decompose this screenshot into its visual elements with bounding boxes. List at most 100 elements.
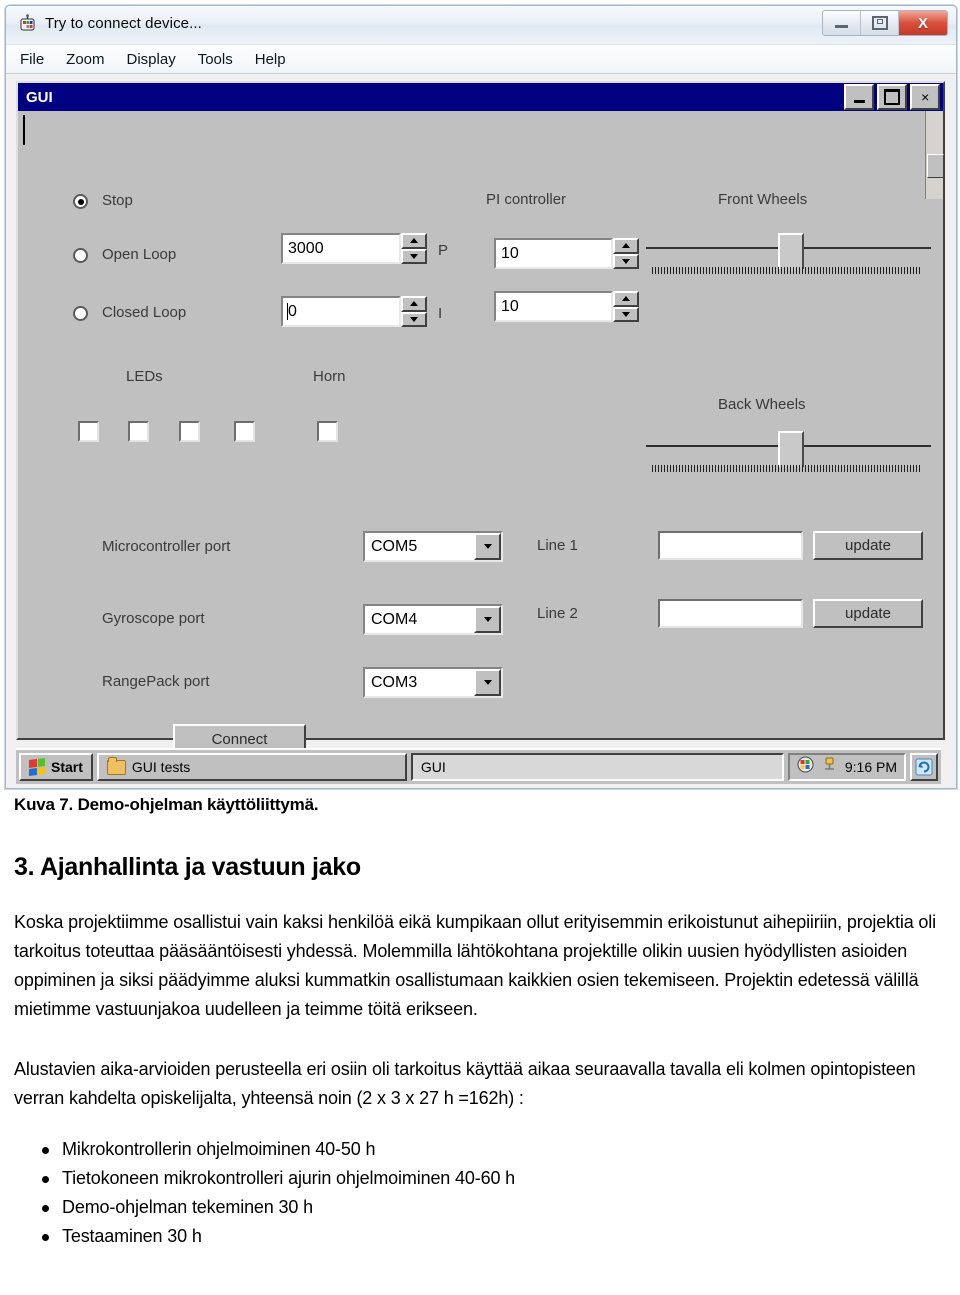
taskbar-item-gui-label: GUI	[420, 759, 446, 775]
close-button[interactable]: X	[899, 11, 947, 35]
robot-icon	[18, 14, 37, 33]
chevron-down-icon	[410, 253, 418, 259]
radio-stop-label: Stop	[102, 192, 133, 209]
refresh-icon[interactable]	[910, 753, 938, 781]
paragraph-2: Alustavien aika-arvioiden perusteella er…	[14, 1058, 916, 1108]
line2-label: Line 2	[537, 605, 578, 622]
gui-client-area: Stop Open Loop Closed Loop 3000 P 0 I PI…	[18, 111, 944, 755]
front-wheels-slider[interactable]	[646, 233, 931, 277]
i-value-spinner[interactable]: 0	[281, 296, 427, 327]
horn-checkbox[interactable]	[317, 421, 338, 442]
start-label: Start	[51, 759, 83, 775]
radio-closed-loop[interactable]	[73, 306, 88, 321]
chevron-down-icon[interactable]	[474, 533, 501, 560]
chevron-down-icon[interactable]	[474, 669, 501, 696]
start-button[interactable]: Start	[19, 753, 93, 781]
taskbar-item-gui-tests[interactable]: GUI tests	[96, 753, 407, 781]
titlebar-left-group: Try to connect device...	[18, 14, 202, 33]
menu-bar: File Zoom Display Tools Help	[6, 45, 956, 74]
list-item: Testaaminen 30 h	[14, 1222, 946, 1251]
gui-maximize-button[interactable]	[877, 84, 907, 110]
menu-file[interactable]: File	[20, 51, 44, 68]
window-titlebar: Try to connect device... X	[6, 6, 956, 45]
p-spinner-buttons[interactable]	[401, 233, 427, 264]
p-value-spinner[interactable]: 3000	[281, 233, 427, 264]
i-spinner-down-button[interactable]	[401, 311, 427, 327]
scrollbar-thumb[interactable]	[927, 154, 944, 178]
focus-caret	[23, 115, 25, 145]
led-checkbox-1[interactable]	[78, 421, 99, 442]
p-spinner-up-button[interactable]	[401, 233, 427, 249]
chevron-up-icon	[410, 301, 418, 307]
i-spinner-up-button[interactable]	[401, 296, 427, 312]
gui-window-controls: ×	[844, 84, 940, 110]
maximize-button[interactable]	[861, 11, 899, 35]
front-wheels-label: Front Wheels	[718, 191, 808, 208]
list-item: Mikrokontrollerin ohjelmoiminen 40-50 h	[14, 1135, 946, 1164]
gui-close-button[interactable]: ×	[910, 84, 940, 110]
pi-p-spinner-buttons[interactable]	[613, 238, 639, 269]
line2-update-button[interactable]: update	[813, 599, 923, 628]
maximize-icon	[884, 89, 900, 105]
chevron-down-icon[interactable]	[474, 606, 501, 633]
gyroscope-port-label: Gyroscope port	[102, 610, 205, 627]
section-heading: 3. Ajanhallinta ja vastuun jako	[14, 853, 361, 881]
radio-open-loop-label: Open Loop	[102, 246, 177, 263]
minimize-icon	[853, 99, 865, 103]
i-spinner-buttons[interactable]	[401, 296, 427, 327]
pi-p-spinner-up-button[interactable]	[613, 238, 639, 254]
rangepack-port-select[interactable]: COM3	[363, 667, 503, 698]
figure-caption: Kuva 7. Demo-ohjelman käyttöliittymä.	[14, 795, 319, 814]
folder-icon	[106, 756, 126, 775]
pi-i-spinner[interactable]: 10	[494, 291, 639, 322]
led-checkbox-3[interactable]	[179, 421, 200, 442]
menu-help[interactable]: Help	[255, 51, 286, 68]
pi-i-input[interactable]: 10	[494, 291, 613, 322]
pi-i-spinner-up-button[interactable]	[613, 291, 639, 307]
slider-thumb[interactable]	[777, 233, 804, 269]
leds-label: LEDs	[126, 368, 163, 385]
led-checkbox-2[interactable]	[128, 421, 149, 442]
line1-label: Line 1	[537, 537, 578, 554]
line1-input[interactable]	[658, 531, 803, 560]
window-controls: X	[822, 10, 948, 36]
window-title: Try to connect device...	[45, 15, 202, 32]
p-value-input[interactable]: 3000	[281, 233, 401, 264]
menu-display[interactable]: Display	[127, 51, 176, 68]
gyroscope-port-select[interactable]: COM4	[363, 604, 503, 635]
slider-thumb[interactable]	[777, 431, 804, 467]
line2-input[interactable]	[658, 599, 803, 628]
menu-tools[interactable]: Tools	[198, 51, 233, 68]
plug-icon[interactable]	[821, 756, 838, 778]
radio-stop[interactable]	[73, 194, 88, 209]
minimize-button[interactable]	[823, 11, 861, 35]
close-icon: ×	[920, 89, 930, 105]
back-wheels-slider[interactable]	[646, 431, 931, 475]
document-body: Kuva 7. Demo-ohjelman käyttöliittymä. 3.…	[0, 795, 960, 1252]
list-item: Tietokoneen mikrokontrolleri ajurin ohje…	[14, 1164, 946, 1193]
app-tray-icon[interactable]	[797, 756, 814, 778]
taskbar-item-gui[interactable]: GUI	[410, 753, 784, 781]
chevron-down-icon	[410, 316, 418, 322]
i-value-text: 0	[288, 302, 297, 320]
tray-clock[interactable]: 9:16 PM	[845, 759, 897, 775]
p-label: P	[438, 242, 449, 259]
pi-i-spinner-down-button[interactable]	[613, 306, 639, 322]
chevron-up-icon	[622, 296, 630, 302]
pi-p-spinner[interactable]: 10	[494, 238, 639, 269]
gui-minimize-button[interactable]	[844, 84, 874, 110]
pi-p-spinner-down-button[interactable]	[613, 253, 639, 269]
microcontroller-port-select[interactable]: COM5	[363, 531, 503, 562]
vertical-scrollbar[interactable]	[925, 111, 944, 199]
led-checkbox-4[interactable]	[234, 421, 255, 442]
pi-p-input[interactable]: 10	[494, 238, 613, 269]
horn-label: Horn	[313, 368, 346, 385]
radio-open-loop[interactable]	[73, 248, 88, 263]
chevron-up-icon	[410, 238, 418, 244]
application-window: Try to connect device... X File Zoom Dis…	[5, 5, 957, 789]
line1-update-button[interactable]: update	[813, 531, 923, 560]
menu-zoom[interactable]: Zoom	[66, 51, 104, 68]
pi-i-spinner-buttons[interactable]	[613, 291, 639, 322]
i-value-input[interactable]: 0	[281, 296, 401, 327]
p-spinner-down-button[interactable]	[401, 248, 427, 264]
